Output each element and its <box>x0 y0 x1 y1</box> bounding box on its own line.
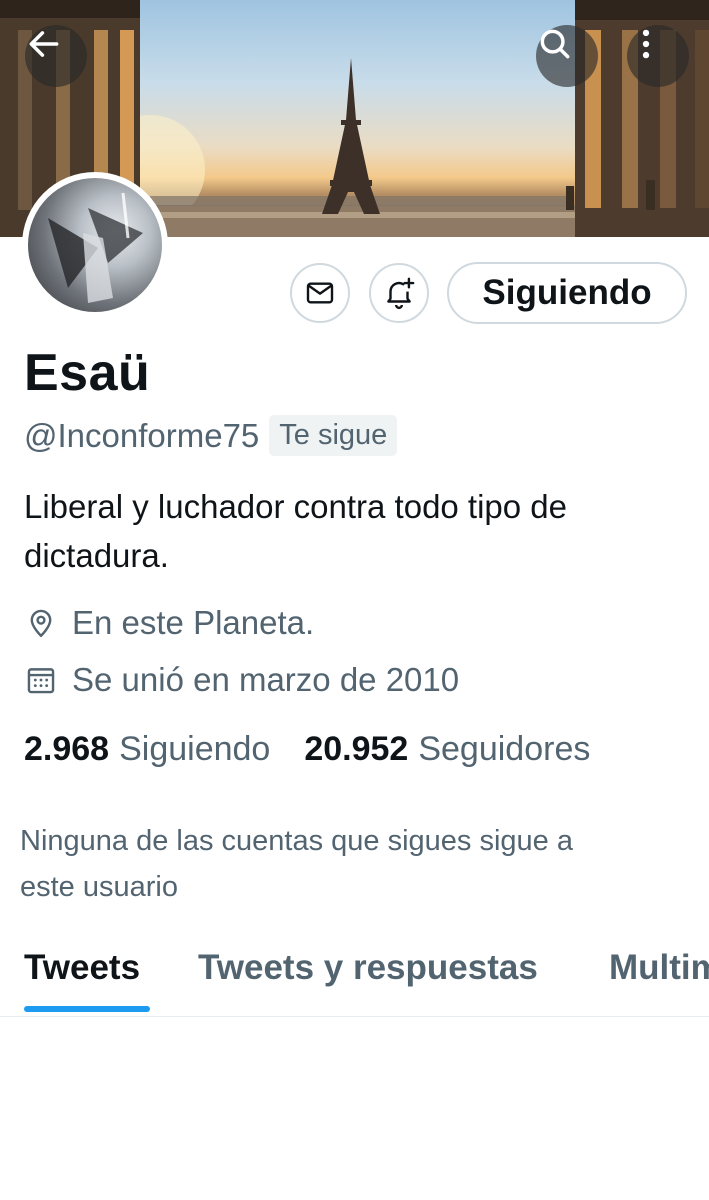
tab-tweets-replies[interactable]: Tweets y respuestas <box>198 948 538 988</box>
follows-you-badge: Te sigue <box>269 415 398 456</box>
back-button[interactable] <box>25 25 87 87</box>
follow-stats: 2.968 Siguiendo 20.952 Seguidores <box>24 730 624 769</box>
bio-line: dictadura. <box>24 537 169 574</box>
search-button[interactable] <box>536 25 598 87</box>
bell-plus-icon <box>387 277 415 310</box>
following-count: 2.968 <box>24 730 110 768</box>
more-vertical-icon <box>642 29 650 59</box>
arrow-left-icon <box>29 31 59 57</box>
tab-tweets[interactable]: Tweets <box>24 948 140 988</box>
notifications-button[interactable] <box>369 263 429 323</box>
tab-media[interactable]: Multimedia <box>609 948 709 988</box>
search-icon <box>540 29 570 59</box>
location-text: En este Planeta. <box>72 604 315 641</box>
following-label: Siguiendo <box>119 730 271 768</box>
bio-line: Liberal y luchador contra todo tipo de <box>24 488 568 525</box>
active-tab-indicator <box>24 1006 150 1012</box>
followers-label: Seguidores <box>418 730 591 768</box>
location-row: En este Planeta. <box>24 604 314 642</box>
followers-stat[interactable]: 20.952 Seguidores <box>304 730 590 769</box>
calendar-icon <box>27 668 55 694</box>
joined-row: Se unió en marzo de 2010 <box>24 661 459 699</box>
more-options-button[interactable] <box>627 25 689 87</box>
mutual-line: Ninguna de las cuentas que sigues sigue … <box>20 825 573 857</box>
profile-avatar[interactable] <box>22 172 168 318</box>
handle-row: @Inconforme75 Te sigue <box>24 415 398 456</box>
envelope-icon <box>306 282 334 304</box>
profile-bio: Liberal y luchador contra todo tipo de d… <box>24 482 694 580</box>
location-pin-icon <box>30 609 52 638</box>
joined-text: Se unió en marzo de 2010 <box>72 661 460 698</box>
following-button[interactable]: Siguiendo <box>447 262 687 324</box>
mutual-line: este usuario <box>20 871 178 903</box>
followers-count: 20.952 <box>304 730 409 768</box>
following-stat[interactable]: 2.968 Siguiendo <box>24 730 270 769</box>
profile-handle: @Inconforme75 <box>24 416 260 454</box>
mutual-followers-note: Ninguna de las cuentas que sigues sigue … <box>20 818 680 910</box>
avatar-image <box>28 178 162 312</box>
profile-name: Esaü <box>24 344 151 402</box>
message-button[interactable] <box>290 263 350 323</box>
